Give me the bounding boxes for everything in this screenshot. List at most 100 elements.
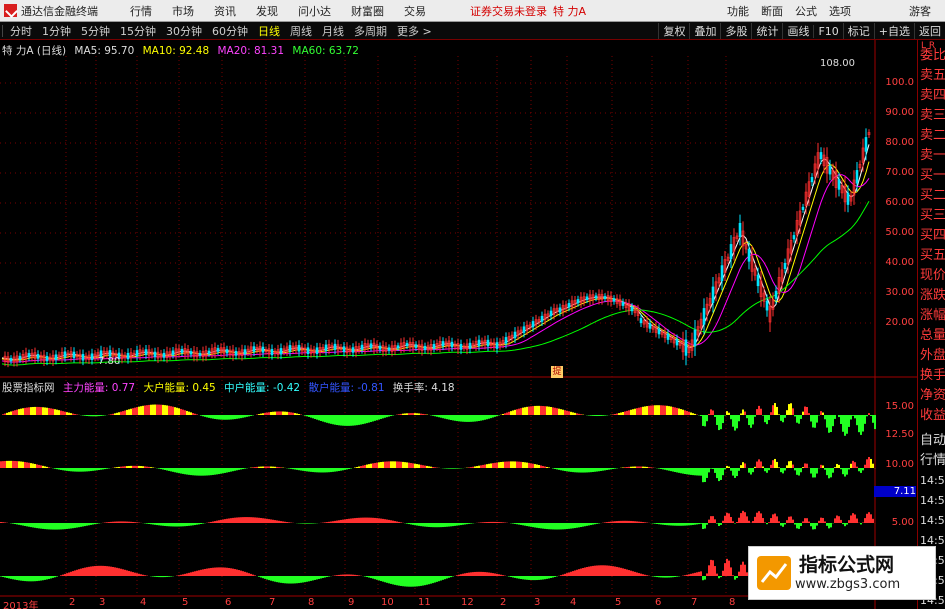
period-60min[interactable]: 60分钟	[207, 23, 253, 39]
indicator-bar-negative	[438, 523, 440, 528]
menu-gongneng[interactable]: 功能	[721, 3, 755, 19]
period-fenshi[interactable]: 分时	[5, 23, 37, 39]
period-monthly[interactable]: 月线	[317, 23, 349, 39]
menu-caifuquan[interactable]: 财富圈	[341, 3, 394, 19]
tool-fanhui[interactable]: 返回	[914, 23, 945, 39]
period-15min[interactable]: 15分钟	[115, 23, 161, 39]
period-5min[interactable]: 5分钟	[76, 23, 115, 39]
indicator-bar-negative	[186, 468, 188, 475]
period-1min[interactable]: 1分钟	[37, 23, 76, 39]
menu-zixun[interactable]: 资讯	[204, 3, 246, 19]
indicator-bar-negative	[798, 415, 800, 424]
candle-body	[639, 318, 643, 324]
indicator-bar-negative	[662, 468, 664, 470]
indicator-bar-positive	[652, 405, 654, 415]
tool-zixuan[interactable]: +自选	[873, 23, 914, 39]
indicator-bar-negative	[708, 468, 710, 473]
indicator-bar-negative	[36, 523, 38, 529]
tool-f10[interactable]: F10	[813, 24, 842, 38]
indicator-bar-negative	[780, 415, 782, 421]
indicator-bar-positive	[434, 467, 436, 468]
indicator-bar-negative	[322, 415, 324, 422]
indicator-bar-negative	[672, 576, 674, 578]
indicator-bar-positive	[744, 411, 746, 415]
price-lines	[1, 144, 870, 366]
candle-body	[351, 347, 355, 353]
indicator-bar-positive	[658, 405, 660, 415]
indicator-bar-negative	[850, 415, 852, 420]
side-quote-item: 涨幅	[920, 308, 945, 323]
indicator-bar-positive	[530, 463, 532, 468]
tool-biaoji[interactable]: 标记	[842, 23, 874, 39]
indicator-bar-negative	[704, 523, 706, 529]
tool-tongji[interactable]: 统计	[751, 23, 782, 39]
period-weekly[interactable]: 周线	[285, 23, 317, 39]
indicator-bar-positive	[638, 466, 640, 468]
indicator-bar-positive	[370, 517, 372, 523]
tool-huaxian[interactable]: 画线	[782, 23, 813, 39]
menu-gongshi[interactable]: 公式	[789, 3, 823, 19]
indicator-bar-negative	[416, 576, 418, 587]
indicator-bar-positive	[398, 414, 400, 415]
menu-wenxiaoda[interactable]: 问小达	[288, 3, 341, 19]
indicator-bar-negative	[342, 468, 344, 471]
period-multi[interactable]: 多周期	[349, 23, 392, 39]
indicator-bar-positive	[762, 466, 764, 468]
candle-body	[441, 341, 445, 347]
price-axis-label: 50.00	[885, 227, 914, 238]
indicator-bar-negative	[278, 576, 280, 583]
tool-fuquan[interactable]: 复权	[658, 23, 689, 39]
period-more[interactable]: 更多 >	[392, 23, 437, 39]
indicator-bar-positive	[712, 516, 714, 523]
indicator-bar-positive	[146, 405, 148, 415]
indicator-bar-negative	[224, 415, 226, 420]
indicator-bar-negative	[274, 576, 276, 582]
indicator-bar-positive	[252, 517, 254, 523]
tool-diejia[interactable]: 叠加	[689, 23, 720, 39]
indicator-bar-negative	[812, 523, 814, 530]
tool-duogu[interactable]: 多股	[720, 23, 751, 39]
price-axis-label: 20.00	[885, 317, 914, 328]
side-quote-item: 现价	[920, 268, 945, 283]
indicator-bar-negative	[736, 468, 738, 477]
indicator-bar-negative	[810, 415, 812, 422]
indicator-bar-negative	[696, 523, 698, 525]
menu-jiaoyi[interactable]: 交易	[394, 3, 436, 19]
indicator-bar-positive	[344, 519, 346, 523]
indicator-bar-positive	[356, 517, 358, 523]
indicator-bar-negative	[604, 468, 606, 471]
date-axis-label: 6	[225, 597, 232, 608]
chart-area[interactable]: 特 力A (日线) MA5: 95.70 MA10: 92.48 MA20: 8…	[0, 40, 945, 609]
period-30min[interactable]: 30分钟	[161, 23, 207, 39]
indicator-bar-positive	[104, 565, 106, 576]
candle-body	[828, 165, 832, 175]
indicator-bar-positive	[178, 408, 180, 415]
login-notice[interactable]: 证券交易未登录	[470, 3, 547, 19]
info-mark[interactable]: 提	[551, 366, 563, 378]
indicator-bar-negative	[480, 415, 482, 421]
menu-duanmian[interactable]: 断面	[755, 3, 789, 19]
indicator-bar-positive	[248, 517, 250, 523]
indicator-bar-positive	[714, 519, 716, 523]
indicator-bar-positive	[786, 520, 788, 523]
indicator-bar-positive	[358, 575, 360, 576]
indicator-bar-positive	[114, 567, 116, 576]
indicator-bar-positive	[396, 461, 398, 468]
indicator-bar-positive	[270, 466, 272, 468]
menu-hangqing[interactable]: 行情	[120, 3, 162, 19]
guest-button[interactable]: 游客	[903, 3, 937, 19]
period-daily[interactable]: 日线	[253, 23, 285, 39]
indicator-bar-negative	[204, 415, 206, 417]
side-lower-item[interactable]: 自动	[918, 431, 945, 451]
menu-faxian[interactable]: 发现	[246, 3, 288, 19]
indicator-bar-negative	[240, 415, 242, 419]
indicator-bar-positive	[502, 522, 504, 523]
menu-xuanxiang[interactable]: 选项	[823, 3, 857, 19]
indicator-bar-positive	[244, 517, 246, 523]
indicator-bar-negative	[544, 576, 546, 580]
kline-chart-svg[interactable]	[0, 40, 917, 609]
menu-shichang[interactable]: 市场	[162, 3, 204, 19]
side-lower-item[interactable]: 行情	[918, 451, 945, 471]
indicator-bar-positive	[284, 411, 286, 415]
indicator-bar-positive	[136, 522, 138, 523]
